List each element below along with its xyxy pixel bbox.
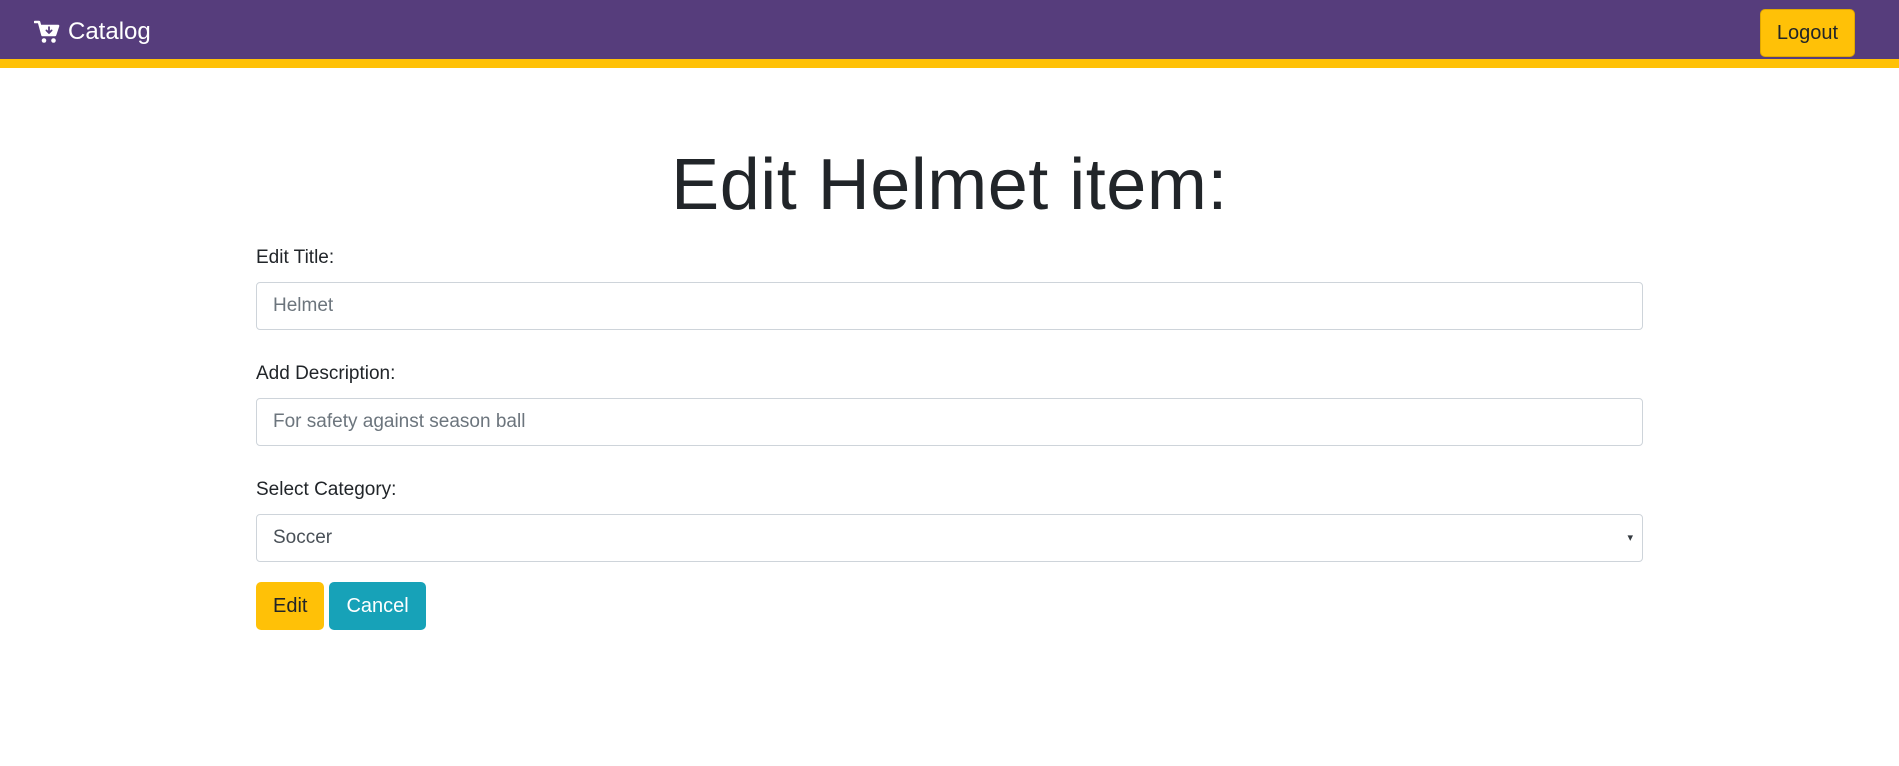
brand-label: Catalog bbox=[68, 18, 151, 45]
category-select[interactable]: Soccer ▾ bbox=[256, 514, 1643, 562]
edit-button[interactable]: Edit bbox=[256, 582, 325, 630]
caret-down-icon: ▾ bbox=[1627, 532, 1633, 544]
navbar: Catalog Logout bbox=[0, 0, 1899, 68]
brand-link[interactable]: Catalog bbox=[34, 16, 151, 48]
cancel-button[interactable]: Cancel bbox=[329, 582, 426, 630]
title-label: Edit Title: bbox=[256, 247, 335, 268]
page-title: Edit Helmet item: bbox=[671, 145, 1228, 225]
category-select-value[interactable]: Soccer bbox=[256, 514, 1643, 562]
description-input[interactable] bbox=[256, 398, 1643, 446]
logout-button[interactable]: Logout bbox=[1759, 9, 1855, 57]
edit-item-form: Edit Title: Add Description: Select Cate… bbox=[256, 244, 1643, 630]
category-label: Select Category: bbox=[256, 479, 397, 500]
title-group: Edit Title: bbox=[256, 244, 1643, 330]
shopping-cart-icon bbox=[34, 20, 60, 44]
description-label: Add Description: bbox=[256, 363, 396, 384]
form-actions: Edit Cancel bbox=[256, 582, 1643, 630]
title-input[interactable] bbox=[256, 282, 1643, 330]
category-group: Select Category: Soccer ▾ bbox=[256, 476, 1643, 562]
description-group: Add Description: bbox=[256, 360, 1643, 446]
